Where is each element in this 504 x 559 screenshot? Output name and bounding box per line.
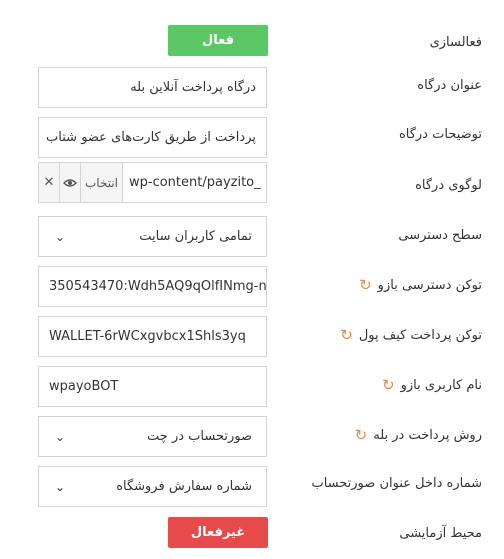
logo-path-input[interactable]: wp-content/payzito_ [123,163,266,202]
logo-view-button[interactable] [60,163,81,202]
payment-method-label: روش پرداخت در بله ↻ [354,425,482,444]
bot-username-label: نام کاربری بازو ↻ [382,375,482,394]
refresh-icon[interactable]: ↻ [359,277,372,293]
logo-select-button[interactable]: انتخاب [81,163,123,202]
refresh-icon[interactable]: ↻ [355,427,368,443]
gateway-title-label: عنوان درگاه [417,77,482,93]
bot-access-token-label: توکن دسترسی بازو ↻ [359,275,482,294]
bot-username-input[interactable]: wpayoBOT [38,366,267,407]
wallet-payment-token-input[interactable]: WALLET-6rWCxgvbcx1Shls3yq [38,316,267,357]
refresh-icon[interactable]: ↻ [382,377,395,393]
eye-icon [63,178,77,187]
invoice-title-number-select[interactable]: شماره سفارش فروشگاه ⌄ [38,466,267,507]
invoice-title-number-label: شماره داخل عنوان صورتحساب [311,475,482,491]
chevron-down-icon: ⌄ [54,429,66,444]
bot-access-token-input[interactable]: 350543470:Wdh5AQ9qOlfINmg-n [38,266,267,307]
sandbox-label: محیط آزمایشی [399,525,482,541]
gateway-logo-label: لوگوی درگاه [415,177,482,193]
gateway-description-input[interactable]: پرداخت از طریق کارت‌های عضو شتاب [38,117,267,158]
logo-clear-button[interactable]: ✕ [39,163,60,202]
access-level-select[interactable]: تمامی کاربران سایت ⌄ [38,216,267,257]
wallet-payment-token-label: توکن پرداخت کیف پول ↻ [340,325,482,344]
chevron-down-icon: ⌄ [54,479,66,494]
payment-method-select[interactable]: صورتحساب در چت ⌄ [38,416,267,457]
sandbox-toggle-button[interactable]: غیرفعال [168,517,268,548]
gateway-title-input[interactable]: درگاه پرداخت آنلاین بله [38,67,267,108]
refresh-icon[interactable]: ↻ [340,327,353,343]
chevron-down-icon: ⌄ [54,229,66,244]
activation-toggle-button[interactable]: فعال [168,25,268,56]
activation-label: فعالسازی [429,34,482,50]
gateway-logo-field: ✕ انتخاب wp-content/payzito_ [38,162,267,203]
access-level-label: سطح دسترسی [398,227,482,243]
gateway-description-label: توضیحات درگاه [398,126,482,142]
close-icon: ✕ [43,175,55,190]
